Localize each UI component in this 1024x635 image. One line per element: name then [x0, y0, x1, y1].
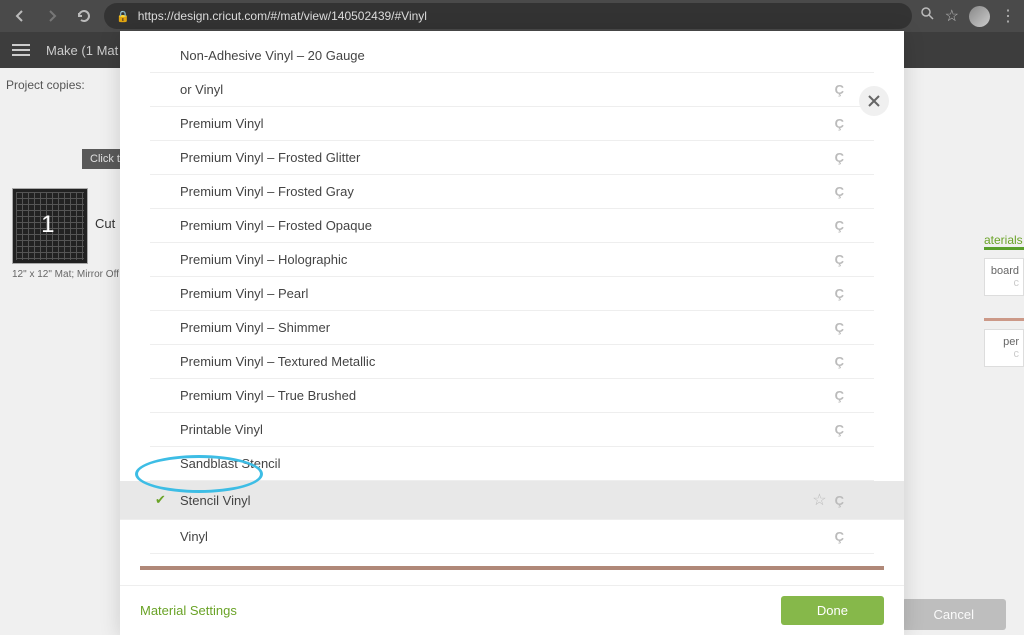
mat-number: 1 — [41, 211, 54, 239]
material-item[interactable]: Premium Vinyl – ShimmerÇ — [150, 311, 874, 345]
material-label: Printable Vinyl — [180, 422, 835, 437]
url-text: https://design.cricut.com/#/mat/view/140… — [138, 9, 427, 23]
address-bar[interactable]: 🔒 https://design.cricut.com/#/mat/view/1… — [104, 3, 912, 29]
material-item[interactable]: VinylÇ — [150, 520, 874, 554]
cricut-icon: Ç — [835, 529, 844, 544]
reload-button[interactable] — [72, 4, 96, 28]
cricut-icon: Ç — [835, 422, 844, 437]
cricut-icon: Ç — [835, 252, 844, 267]
material-label: Premium Vinyl – Frosted Gray — [180, 184, 835, 199]
material-item-selected[interactable]: ✔ Stencil Vinyl ☆ Ç — [120, 481, 904, 520]
material-item[interactable]: Non-Adhesive Vinyl – 20 Gauge — [150, 39, 874, 73]
menu-icon[interactable]: ⋮ — [1000, 6, 1016, 26]
material-item[interactable]: Premium Vinyl – HolographicÇ — [150, 243, 874, 277]
forward-button[interactable] — [40, 4, 64, 28]
lock-icon: 🔒 — [116, 10, 130, 23]
material-settings-link[interactable]: Material Settings — [140, 603, 237, 618]
material-item[interactable]: Premium Vinyl – Frosted GlitterÇ — [150, 141, 874, 175]
cancel-button[interactable]: Cancel — [902, 599, 1006, 630]
material-label: Premium Vinyl – Frosted Glitter — [180, 150, 835, 165]
side-panel-peek: aterials boardc perc — [984, 233, 1024, 367]
check-icon: ✔ — [155, 492, 166, 508]
material-item[interactable]: Premium Vinyl – Frosted OpaqueÇ — [150, 209, 874, 243]
cricut-icon: Ç — [835, 184, 844, 199]
material-item[interactable]: Premium VinylÇ — [150, 107, 874, 141]
profile-avatar[interactable] — [969, 6, 990, 27]
cricut-icon: Ç — [835, 354, 844, 369]
mat-caption: 12" x 12" Mat; Mirror Off — [12, 269, 119, 280]
cricut-icon: Ç — [835, 218, 844, 233]
material-label: or Vinyl — [180, 82, 835, 97]
material-label: Premium Vinyl – True Brushed — [180, 388, 835, 403]
material-item[interactable]: Premium Vinyl – True BrushedÇ — [150, 379, 874, 413]
material-item[interactable]: Printable VinylÇ — [150, 413, 874, 447]
material-label: Stencil Vinyl — [180, 493, 812, 508]
modal-footer: Material Settings Done — [120, 585, 904, 635]
material-label: Sandblast Stencil — [180, 456, 844, 471]
material-item[interactable]: Premium Vinyl – Frosted GrayÇ — [150, 175, 874, 209]
material-label: Premium Vinyl – Holographic — [180, 252, 835, 267]
search-icon[interactable] — [920, 6, 935, 26]
cricut-icon: Ç — [835, 493, 844, 508]
material-label: Vinyl — [180, 529, 835, 544]
cricut-icon: Ç — [835, 82, 844, 97]
material-item[interactable]: Premium Vinyl – Textured MetallicÇ — [150, 345, 874, 379]
material-label: Premium Vinyl – Shimmer — [180, 320, 835, 335]
material-label: Premium Vinyl – Frosted Opaque — [180, 218, 835, 233]
cut-label: Cut — [95, 216, 115, 231]
material-label: Premium Vinyl – Textured Metallic — [180, 354, 835, 369]
material-item[interactable]: Premium Vinyl – PearlÇ — [150, 277, 874, 311]
material-modal: Non-Adhesive Vinyl – 20 Gaugeor VinylÇPr… — [120, 31, 904, 635]
close-icon — [866, 93, 882, 109]
done-button[interactable]: Done — [781, 596, 884, 625]
material-list[interactable]: Non-Adhesive Vinyl – 20 Gaugeor VinylÇPr… — [120, 31, 904, 585]
cricut-icon: Ç — [835, 150, 844, 165]
cricut-icon: Ç — [835, 320, 844, 335]
browser-toolbar: 🔒 https://design.cricut.com/#/mat/view/1… — [0, 0, 1024, 32]
menu-hamburger-icon[interactable] — [12, 44, 30, 56]
close-button[interactable] — [859, 86, 889, 116]
peek-materials: aterials — [984, 233, 1024, 247]
star-icon[interactable]: ☆ — [945, 6, 959, 26]
section-header-wood: Wood — [140, 566, 884, 585]
app-title: Make (1 Mat — [46, 43, 118, 58]
material-label: Premium Vinyl – Pearl — [180, 286, 835, 301]
mat-thumbnail: 1 — [12, 188, 88, 264]
star-icon[interactable]: ☆ — [812, 490, 826, 510]
material-item[interactable]: or VinylÇ — [150, 73, 874, 107]
cricut-icon: Ç — [835, 116, 844, 131]
material-label: Premium Vinyl — [180, 116, 835, 131]
mat-preview[interactable]: 1 12" x 12" Mat; Mirror Off — [12, 188, 119, 280]
cricut-icon: Ç — [835, 388, 844, 403]
cricut-icon: Ç — [835, 286, 844, 301]
material-item[interactable]: Sandblast Stencil — [150, 447, 874, 481]
material-label: Non-Adhesive Vinyl – 20 Gauge — [180, 48, 844, 63]
back-button[interactable] — [8, 4, 32, 28]
